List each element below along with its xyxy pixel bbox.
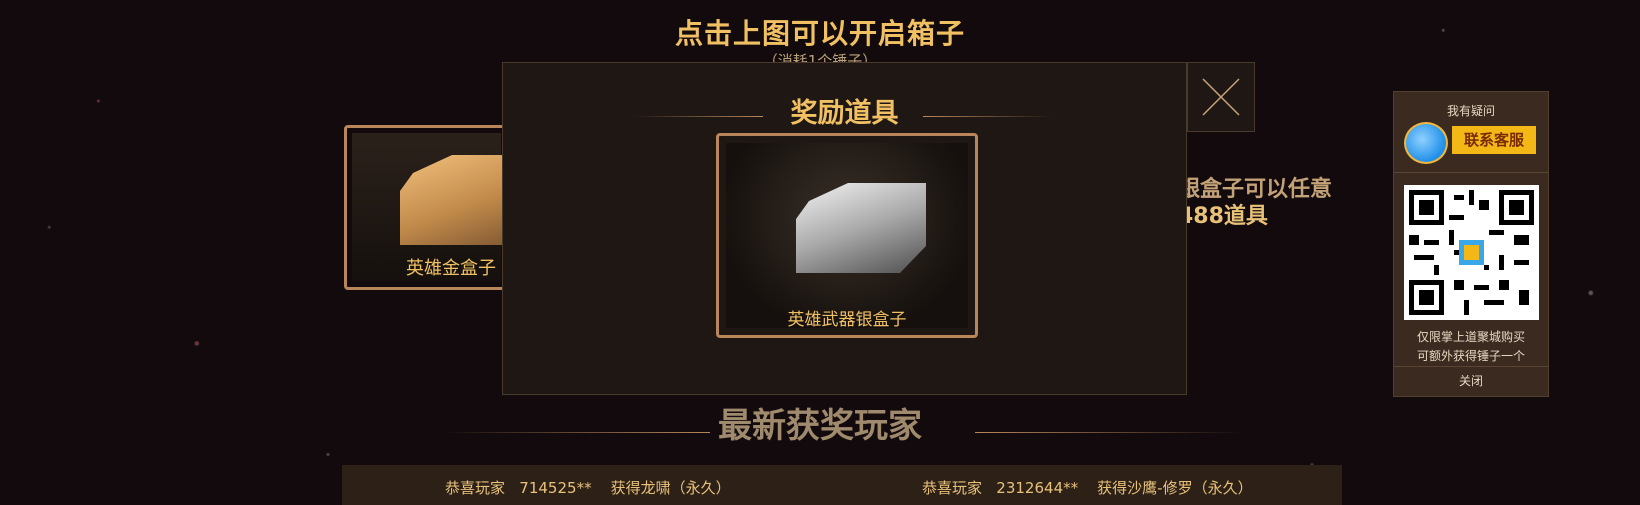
modal-close-button[interactable] [1187, 62, 1255, 132]
reward-card: 英雄武器银盒子 [716, 133, 978, 338]
question-label: 我有疑问 [1446, 104, 1495, 118]
winners-ornament-right [975, 432, 1245, 433]
purchase-note-line2: 可额外获得锤子一个 [1416, 349, 1525, 363]
close-icon [1202, 78, 1240, 116]
divider [1394, 172, 1548, 173]
box-description-line1: 银盒子可以任意 [1178, 177, 1333, 202]
winners-ticker: 恭喜玩家 714525** 获得龙啸（永久） 恭喜玩家 2312644** 获得… [342, 465, 1342, 505]
gold-box-label: 英雄金盒子 [406, 258, 496, 279]
silver-chest-image [796, 183, 926, 273]
reward-modal: 奖励道具 英雄武器银盒子 [502, 62, 1187, 395]
divider [1394, 366, 1548, 367]
side-panel-close-button[interactable]: 关闭 [1394, 372, 1548, 389]
qr-code-icon [1404, 185, 1539, 320]
winners-title: 最新获奖玩家 [718, 406, 922, 446]
gold-box-card[interactable]: 英雄金盒子 [344, 125, 530, 290]
qq-penguin-icon [1404, 122, 1448, 164]
winner-item: 恭喜玩家 2312644** 获得沙鹰-修罗（永久） [922, 479, 1253, 497]
purchase-note-line1: 仅限掌上道聚城购买 [1416, 330, 1525, 344]
box-description: 银盒子可以任意 488道具 [1178, 176, 1332, 230]
support-side-panel: 我有疑问 联系客服 仅限掌上道聚城购买 可额外获得锤子一个 关闭 [1393, 91, 1549, 397]
box-description-line2: 488道具 [1178, 204, 1268, 229]
purchase-note: 仅限掌上道聚城购买 可额外获得锤子一个 [1394, 328, 1548, 366]
contact-support-button[interactable]: 联系客服 [1452, 126, 1536, 154]
modal-title: 奖励道具 [790, 98, 899, 129]
winner-item: 恭喜玩家 714525** 获得龙啸（永久） [445, 479, 731, 497]
reward-label: 英雄武器银盒子 [787, 310, 907, 330]
reward-inner [726, 143, 968, 328]
page-title: 点击上图可以开启箱子 [674, 17, 965, 50]
title-ornament-right [923, 116, 1053, 117]
